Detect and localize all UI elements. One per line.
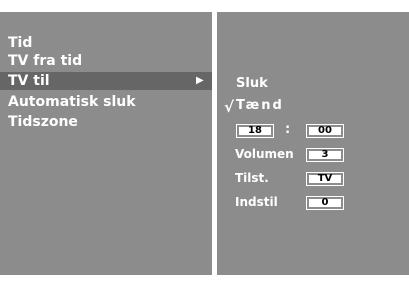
input-label: Tilst. (235, 171, 269, 185)
menu-item-automatisk-sluk[interactable]: Automatisk sluk (0, 93, 212, 111)
volume-label: Volumen (235, 147, 294, 161)
menu-item-label: Tidszone (8, 114, 78, 130)
program-value: 0 (309, 198, 341, 208)
input-field[interactable]: TV (306, 172, 344, 186)
menu-item-tv-til[interactable]: TV til ▶ (0, 72, 212, 90)
volume-value: 3 (309, 150, 341, 160)
input-value: TV (309, 174, 341, 184)
option-sluk[interactable]: Sluk (236, 76, 268, 91)
menu-item-tidszone[interactable]: Tidszone (0, 113, 212, 131)
submenu-panel (217, 12, 409, 275)
menu-item-label: TV til (8, 73, 50, 89)
minute-value: 00 (309, 126, 341, 136)
menu-item-tid[interactable]: Tid (0, 34, 212, 52)
menu-item-label: Automatisk sluk (8, 94, 136, 110)
menu-item-tv-fra-tid[interactable]: TV fra tid (0, 52, 212, 70)
hour-field[interactable]: 18 (236, 124, 274, 138)
tv-osd-menu: Tid TV fra tid TV til ▶ Automatisk sluk … (0, 0, 409, 282)
menu-item-label: TV fra tid (8, 53, 83, 69)
right-triangle-icon: ▶ (196, 75, 204, 86)
program-field[interactable]: 0 (306, 196, 344, 210)
main-menu-panel: Tid TV fra tid TV til ▶ Automatisk sluk … (0, 12, 212, 275)
minute-field[interactable]: 00 (306, 124, 344, 138)
volume-field[interactable]: 3 (306, 148, 344, 162)
hour-value: 18 (239, 126, 271, 136)
time-separator: : (285, 122, 291, 137)
check-mark-icon: √ (224, 98, 235, 116)
menu-item-label: Tid (8, 35, 33, 51)
option-taend[interactable]: Tænd (236, 98, 284, 113)
program-label: Indstil (235, 195, 278, 209)
